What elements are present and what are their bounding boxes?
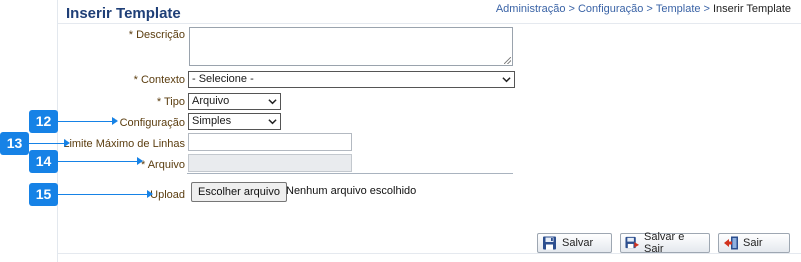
callout-12: 12 <box>29 110 58 133</box>
contexto-label-text: Contexto <box>140 74 185 86</box>
title-divider <box>58 23 801 24</box>
contexto-label: * Contexto <box>134 74 185 86</box>
floppy-disk-icon <box>543 236 556 250</box>
limite-label: Limite Máximo de Linhas <box>63 138 185 150</box>
configuracao-select[interactable]: Simples <box>188 113 281 130</box>
contexto-selected: - Selecione - <box>192 73 254 85</box>
breadcrumb-administracao[interactable]: Administração <box>496 3 566 15</box>
required-mark: * <box>133 74 138 86</box>
chevron-down-icon <box>502 77 511 83</box>
arrow-right-icon <box>64 139 70 147</box>
save-exit-icon <box>625 236 640 249</box>
required-mark: * <box>128 29 134 41</box>
breadcrumb-template[interactable]: Template <box>656 3 701 15</box>
breadcrumb-current: Inserir Template <box>712 3 791 15</box>
breadcrumb-separator: > <box>646 3 653 15</box>
breadcrumb-separator: > <box>703 3 710 15</box>
arrow-right-icon <box>112 117 118 125</box>
arquivo-label-text: Arquivo <box>147 159 185 171</box>
callout-arrow-line <box>58 121 113 122</box>
save-button[interactable]: Salvar <box>537 233 612 253</box>
callout-13: 13 <box>0 132 29 155</box>
arrow-right-icon <box>147 190 153 198</box>
save-and-exit-button[interactable]: Salvar e Sair <box>620 231 710 255</box>
callout-15: 15 <box>29 183 58 206</box>
exit-button[interactable]: Sair <box>718 233 790 253</box>
limite-label-text: Limite Máximo de Linhas <box>63 138 185 150</box>
bottom-divider <box>58 253 801 254</box>
callout-arrow-line <box>29 143 65 144</box>
tipo-label: * Tipo <box>157 96 185 108</box>
descricao-label: * Descrição <box>129 29 185 41</box>
upload-label-text: Upload <box>150 189 185 201</box>
required-mark: * <box>156 96 162 108</box>
configuracao-label: * Configuração <box>112 117 185 129</box>
arrow-right-icon <box>137 157 143 165</box>
arquivo-input <box>188 154 352 172</box>
save-and-exit-label: Salvar e Sair <box>643 231 685 255</box>
upload-label: Upload <box>150 189 185 201</box>
descricao-textarea[interactable] <box>189 27 513 66</box>
choose-file-button[interactable]: Escolher arquivo <box>191 182 287 202</box>
callout-arrow-line <box>58 194 148 195</box>
form-divider <box>187 173 513 174</box>
save-button-label: Salvar <box>562 237 594 249</box>
breadcrumb-configuracao[interactable]: Configuração <box>578 3 643 15</box>
tipo-label-text: Tipo <box>164 96 185 108</box>
limite-input[interactable] <box>188 133 352 151</box>
tipo-select[interactable]: Arquivo <box>188 93 281 110</box>
page-title: Inserir Template <box>66 5 181 22</box>
file-status-text: Nenhum arquivo escolhido <box>286 185 417 197</box>
contexto-select[interactable]: - Selecione - <box>188 71 515 88</box>
exit-button-label: Sair <box>743 237 763 249</box>
configuracao-selected: Simples <box>192 115 232 127</box>
configuracao-label-text: Configuração <box>119 117 185 129</box>
breadcrumb-separator: > <box>568 3 575 15</box>
breadcrumb: Administração > Configuração > Template > Inse… <box>496 3 791 15</box>
arquivo-label: * Arquivo <box>141 159 185 171</box>
tipo-selected: Arquivo <box>192 95 230 107</box>
chevron-down-icon <box>268 99 277 105</box>
descricao-label-text: Descrição <box>136 29 185 41</box>
exit-door-icon <box>724 236 738 250</box>
callout-14: 14 <box>29 150 58 173</box>
callout-arrow-line <box>58 161 138 162</box>
chevron-down-icon <box>268 119 277 125</box>
resize-grip-icon[interactable] <box>504 57 511 64</box>
